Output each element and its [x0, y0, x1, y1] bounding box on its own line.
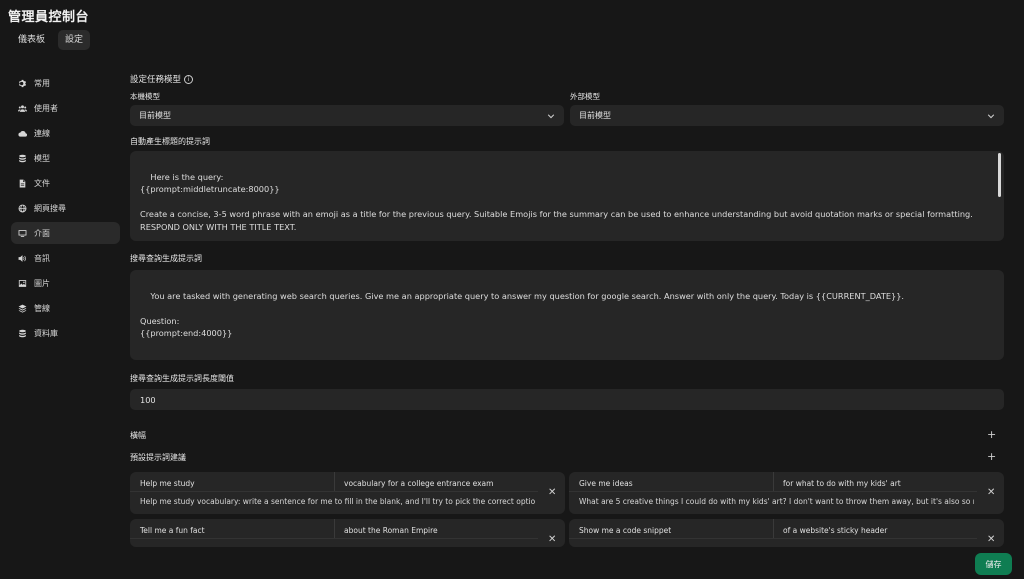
sidebar-item-label: 音訊: [34, 253, 50, 263]
suggestion-subtitle[interactable]: vocabulary for a college entrance exam: [344, 479, 493, 488]
sidebar-item-label: 常用: [34, 78, 50, 88]
sidebar-item-interface[interactable]: 介面: [11, 222, 120, 244]
sidebar-item-label: 介面: [34, 228, 50, 238]
suggestion-subtitle[interactable]: about the Roman Empire: [344, 526, 438, 535]
cube-stack-icon: [19, 154, 26, 162]
suggestion-card: Help me study vocabulary for a college e…: [130, 472, 565, 514]
sidebar-item-label: 模型: [34, 153, 50, 163]
local-model-value: 目前模型: [139, 111, 171, 120]
sidebar-item-users[interactable]: 使用者: [11, 97, 120, 119]
divider: [569, 538, 977, 539]
chevron-down-icon: [547, 113, 555, 118]
sidebar-item-label: 文件: [34, 178, 50, 188]
sidebar-item-documents[interactable]: 文件: [11, 172, 120, 194]
textarea-scrollbar[interactable]: [998, 153, 1001, 197]
search-prompt-text: You are tasked with generating web searc…: [140, 290, 905, 339]
suggestion-subtitle[interactable]: for what to do with my kids' art: [783, 479, 901, 488]
search-prompt-label: 搜尋查詢生成提示詞: [130, 254, 202, 263]
suggestion-title[interactable]: Give me ideas: [579, 479, 633, 488]
external-model-label: 外部模型: [570, 92, 600, 101]
speaker-icon: [18, 254, 26, 262]
tab-dashboard[interactable]: 儀表板: [11, 30, 52, 50]
document-icon: [19, 179, 26, 187]
sidebar-item-database[interactable]: 資料庫: [11, 322, 120, 344]
sidebar-item-images[interactable]: 圖片: [11, 272, 120, 294]
globe-icon: [18, 204, 27, 212]
chevron-down-icon: [987, 113, 995, 118]
monitor-icon: [18, 229, 27, 237]
search-prompt-textarea[interactable]: You are tasked with generating web searc…: [130, 270, 1004, 360]
add-suggestion-button[interactable]: +: [987, 451, 996, 462]
sidebar-item-audio[interactable]: 音訊: [11, 247, 120, 269]
sidebar-item-label: 圖片: [34, 278, 50, 288]
gear-icon: [19, 79, 27, 87]
tab-settings[interactable]: 設定: [58, 30, 91, 50]
sidebar-item-label: 網頁搜尋: [34, 203, 66, 213]
sidebar-item-label: 使用者: [34, 103, 58, 113]
title-prompt-text: Here is the query: {{prompt:middletrunca…: [140, 171, 973, 232]
external-model-select[interactable]: 目前模型: [570, 105, 1004, 126]
top-tabs: 儀表板 設定: [11, 30, 91, 50]
task-model-heading: 設定任務模型 i: [130, 73, 194, 85]
image-icon: [18, 279, 27, 287]
divider: [569, 491, 977, 492]
divider: [773, 519, 774, 539]
sidebar-item-pipelines[interactable]: 管線: [11, 297, 120, 319]
suggestion-card: Show me a code snippet of a website's st…: [569, 519, 1004, 547]
title-prompt-label: 自動產生標題的提示詞: [130, 137, 210, 146]
task-model-title: 設定任務模型: [130, 75, 182, 85]
local-model-select[interactable]: 目前模型: [130, 105, 564, 126]
suggestion-content[interactable]: Help me study vocabulary: write a senten…: [140, 497, 535, 506]
search-threshold-input[interactable]: 100: [130, 389, 1004, 410]
suggestion-title[interactable]: Tell me a fun fact: [140, 526, 205, 535]
save-button[interactable]: 儲存: [975, 553, 1012, 575]
suggestion-card: Give me ideas for what to do with my kid…: [569, 472, 1004, 514]
divider: [334, 519, 335, 539]
divider: [130, 491, 538, 492]
suggestion-title[interactable]: Show me a code snippet: [579, 526, 671, 535]
divider: [334, 472, 335, 492]
search-threshold-label: 搜尋查詢生成提示詞長度閾值: [130, 374, 234, 383]
sidebar-item-label: 管線: [34, 303, 50, 313]
search-threshold-value: 100: [140, 394, 156, 405]
divider: [130, 538, 538, 539]
close-icon[interactable]: ✕: [987, 534, 995, 545]
sidebar-item-label: 連線: [34, 128, 50, 138]
sidebar-item-general[interactable]: 常用: [11, 72, 120, 94]
external-model-value: 目前模型: [579, 111, 611, 120]
divider: [773, 472, 774, 492]
close-icon[interactable]: ✕: [548, 487, 556, 498]
info-icon[interactable]: i: [184, 75, 194, 84]
close-icon[interactable]: ✕: [987, 487, 995, 498]
suggestion-subtitle[interactable]: of a website's sticky header: [783, 526, 887, 535]
suggestion-title[interactable]: Help me study: [140, 479, 195, 488]
title-prompt-textarea[interactable]: Here is the query: {{prompt:middletrunca…: [130, 151, 1004, 241]
suggestions-label: 預設提示詞建議: [130, 453, 186, 462]
settings-sidebar: 常用 使用者 連線 模型 文件 網頁搜尋 介面 音訊 圖片 管線 資料庫: [11, 72, 120, 347]
add-banner-button[interactable]: +: [987, 429, 996, 440]
banners-label: 橫幅: [130, 431, 146, 440]
layers-icon: [18, 304, 27, 313]
users-icon: [18, 104, 27, 112]
cloud-icon: [18, 130, 27, 137]
page-title: 管理員控制台: [8, 10, 90, 25]
suggestion-content[interactable]: What are 5 creative things I could do wi…: [579, 497, 974, 506]
settings-main: 設定任務模型 i 本機模型 目前模型 外部模型 目前模型 自動產生標題的提示詞 H…: [130, 0, 1004, 579]
sidebar-item-models[interactable]: 模型: [11, 147, 120, 169]
database-icon: [19, 329, 26, 337]
suggestion-card: Tell me a fun fact about the Roman Empir…: [130, 519, 565, 547]
local-model-label: 本機模型: [130, 92, 160, 101]
sidebar-item-connections[interactable]: 連線: [11, 122, 120, 144]
sidebar-item-web-search[interactable]: 網頁搜尋: [11, 197, 120, 219]
close-icon[interactable]: ✕: [548, 534, 556, 545]
sidebar-item-label: 資料庫: [34, 328, 58, 338]
